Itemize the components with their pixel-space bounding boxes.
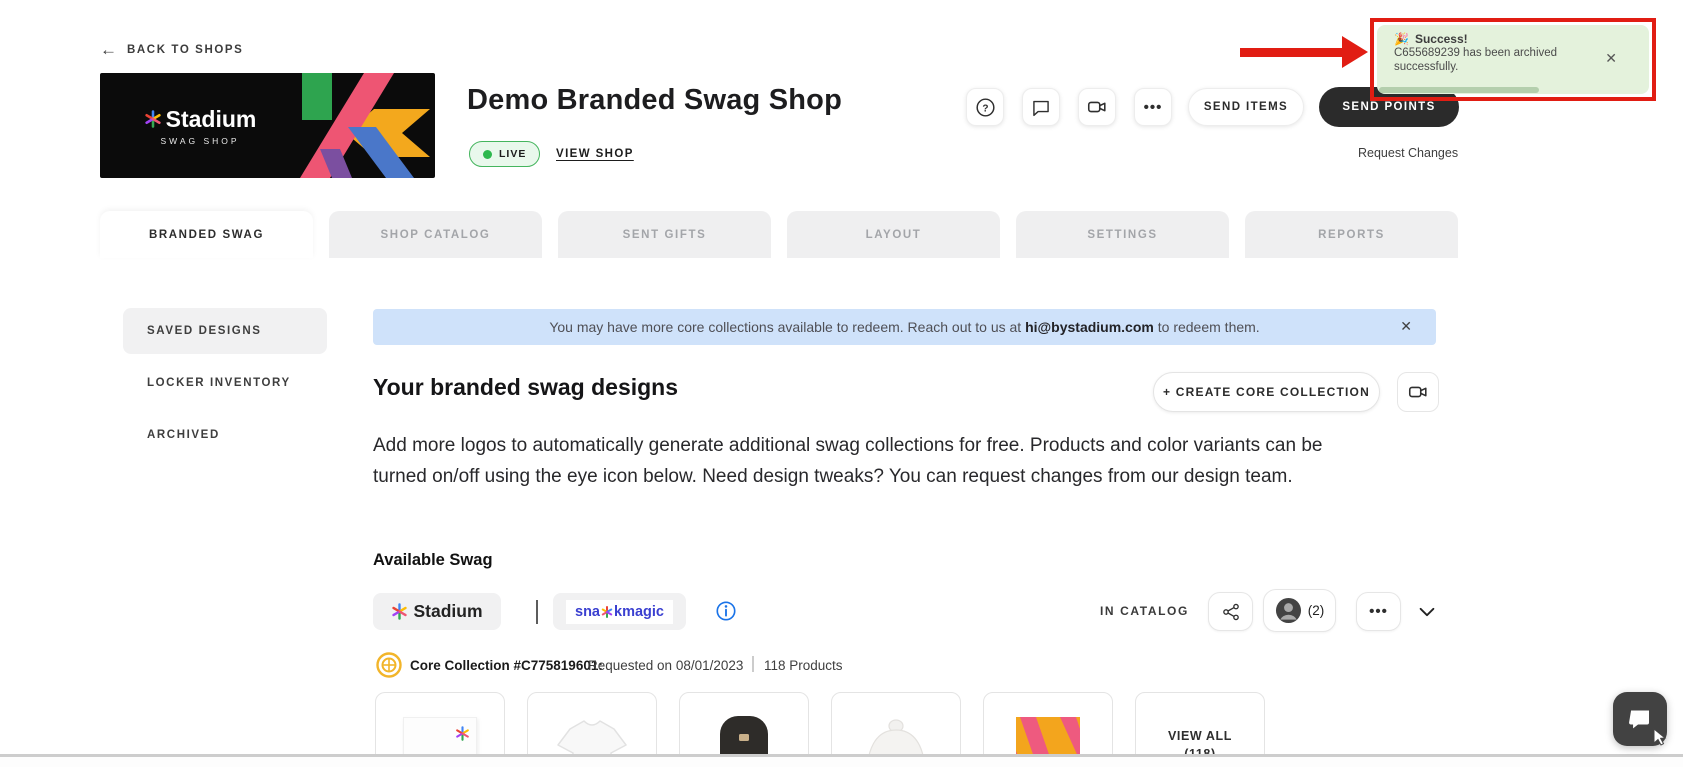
chat-button[interactable] bbox=[1022, 88, 1060, 126]
stadium-chip-label: Stadium bbox=[413, 601, 483, 621]
snackmagic-chip[interactable]: sna kmagic bbox=[553, 593, 686, 630]
tab-layout[interactable]: LAYOUT bbox=[787, 211, 1000, 258]
help-button[interactable]: ? bbox=[966, 88, 1004, 126]
live-label: LIVE bbox=[499, 148, 527, 160]
live-status-badge: LIVE bbox=[469, 141, 541, 167]
chevron-down-icon bbox=[1419, 607, 1435, 617]
ellipsis-icon: ••• bbox=[1369, 603, 1388, 620]
share-icon bbox=[1222, 603, 1239, 620]
available-swag-label: Available Swag bbox=[373, 551, 493, 569]
banner-subtitle: SWAG SHOP bbox=[160, 135, 240, 146]
collection-products-count: 118 Products bbox=[764, 658, 843, 673]
ellipsis-icon: ••• bbox=[1143, 98, 1163, 116]
in-catalog-label: IN CATALOG bbox=[1100, 604, 1189, 618]
help-icon: ? bbox=[975, 97, 995, 117]
tab-reports[interactable]: REPORTS bbox=[1245, 211, 1458, 258]
page-title: Demo Branded Swag Shop bbox=[467, 84, 842, 116]
view-shop-link[interactable]: VIEW SHOP bbox=[556, 148, 634, 160]
section-heading: Your branded swag designs bbox=[373, 374, 679, 400]
sidebar-label-saved-designs: SAVED DESIGNS bbox=[147, 325, 262, 337]
request-changes-link[interactable]: Request Changes bbox=[1358, 146, 1458, 160]
snackmagic-asterisk-icon bbox=[601, 605, 613, 618]
toast-progress-bar bbox=[1379, 87, 1539, 93]
collection-divider bbox=[752, 656, 754, 672]
description-text: Add more logos to automatically generate… bbox=[373, 435, 1323, 487]
collection-coin-icon bbox=[376, 652, 402, 683]
brand-divider bbox=[536, 600, 538, 624]
info-button[interactable] bbox=[715, 600, 737, 627]
tab-settings[interactable]: SETTINGS bbox=[1016, 211, 1229, 258]
video-button[interactable] bbox=[1078, 88, 1116, 126]
collaborators-button[interactable]: (2) bbox=[1263, 589, 1336, 632]
live-dot-icon bbox=[483, 149, 492, 159]
party-popper-icon: 🎉 bbox=[1394, 32, 1409, 46]
stadium-asterisk-icon bbox=[456, 726, 469, 741]
video-camera-icon bbox=[1408, 386, 1427, 398]
view-all-label: VIEW ALL bbox=[1167, 729, 1233, 743]
banner-artwork bbox=[300, 73, 430, 178]
collaborators-count: (2) bbox=[1307, 603, 1325, 618]
notice-email-link[interactable]: hi@bystadium.com bbox=[1025, 319, 1154, 335]
notice-text-before: You may have more core collections avail… bbox=[549, 319, 1026, 335]
video-tutorial-button[interactable] bbox=[1397, 372, 1439, 412]
annotation-arrow-shaft bbox=[1240, 48, 1346, 57]
toast-message-line1: C655689239 has been archived bbox=[1394, 47, 1558, 59]
chat-bubble-icon bbox=[1629, 710, 1650, 729]
notice-banner: You may have more core collections avail… bbox=[373, 309, 1436, 345]
snackmagic-label-pre: sna bbox=[575, 603, 600, 620]
shop-banner-image: Stadium SWAG SHOP bbox=[100, 73, 435, 178]
toast-message-line2: successfully. bbox=[1394, 61, 1459, 73]
stadium-asterisk-icon bbox=[392, 603, 408, 620]
collection-label: Core Collection #C775819601: bbox=[410, 658, 603, 673]
tab-sent-gifts[interactable]: SENT GIFTS bbox=[558, 211, 771, 258]
back-to-shops-label: BACK TO SHOPS bbox=[127, 44, 244, 56]
toast-title: Success! bbox=[1414, 32, 1468, 46]
collapse-button[interactable] bbox=[1416, 601, 1438, 628]
tab-shop-catalog[interactable]: SHOP CATALOG bbox=[329, 211, 542, 258]
collection-more-button[interactable]: ••• bbox=[1356, 592, 1401, 631]
collection-requested-date: Requested on 08/01/2023 bbox=[588, 658, 744, 673]
avatar-icon bbox=[1275, 597, 1301, 624]
success-toast: 🎉 Success! C655689239 has been archived … bbox=[1377, 25, 1649, 94]
send-items-button[interactable]: SEND ITEMS bbox=[1188, 88, 1304, 126]
more-options-button[interactable]: ••• bbox=[1134, 88, 1172, 126]
notice-text-after: to redeem them. bbox=[1153, 319, 1260, 335]
sidebar-item-archived[interactable]: ARCHIVED bbox=[147, 429, 220, 441]
banner-brand-name: Stadium bbox=[165, 105, 257, 132]
sidebar-item-locker-inventory[interactable]: LOCKER INVENTORY bbox=[147, 377, 291, 389]
sidebar-item-saved-designs[interactable]: SAVED DESIGNS bbox=[123, 308, 327, 354]
notice-close-icon[interactable]: ✕ bbox=[1400, 318, 1412, 335]
back-to-shops-link[interactable]: ← BACK TO SHOPS bbox=[100, 40, 243, 60]
chat-icon bbox=[1033, 100, 1049, 117]
share-button[interactable] bbox=[1208, 592, 1253, 631]
svg-text:?: ? bbox=[982, 103, 988, 114]
stadium-chip[interactable]: Stadium bbox=[373, 593, 501, 630]
viewport-bottom-edge bbox=[0, 754, 1683, 767]
back-arrow-icon: ← bbox=[100, 40, 117, 59]
stadium-asterisk-icon bbox=[144, 110, 161, 128]
video-camera-icon bbox=[1087, 101, 1106, 113]
app-window: ← BACK TO SHOPS Stadium SWAG SHOP Demo B… bbox=[0, 0, 1683, 767]
cursor-pointer-icon bbox=[1653, 728, 1667, 746]
snackmagic-label-post: kmagic bbox=[614, 603, 664, 620]
toast-close-icon[interactable]: ✕ bbox=[1605, 50, 1617, 67]
annotation-arrow-icon bbox=[1342, 36, 1368, 68]
create-core-collection-button[interactable]: + CREATE CORE COLLECTION bbox=[1153, 372, 1380, 412]
info-icon bbox=[716, 601, 736, 621]
tab-branded-swag[interactable]: BRANDED SWAG bbox=[100, 211, 313, 258]
